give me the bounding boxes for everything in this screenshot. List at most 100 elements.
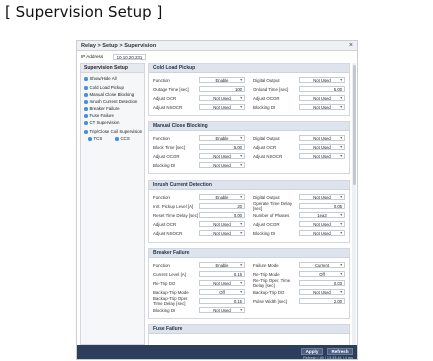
- current-level-input[interactable]: 0.15: [199, 271, 245, 277]
- function-select[interactable]: Enable ▼: [199, 77, 245, 83]
- chevron-down-icon: ▼: [339, 272, 343, 276]
- sidebar-item-label: Breaker Failure: [89, 106, 120, 111]
- field-label: Function: [153, 136, 170, 141]
- block-time-input[interactable]: 5.00: [199, 144, 245, 150]
- chevron-down-icon: ▼: [339, 222, 343, 226]
- reset-time-delay-input[interactable]: 0.00: [199, 212, 245, 218]
- field-label: Digital Output: [253, 78, 280, 83]
- re-trip-delay-input[interactable]: 0.03: [299, 280, 345, 286]
- field-label: Blocking DI: [253, 105, 276, 110]
- section-title: Fuse Failure: [149, 325, 349, 334]
- close-icon[interactable]: ×: [349, 41, 353, 51]
- re-trip-mode-select[interactable]: Off ▼: [299, 271, 345, 277]
- sidebar-item-inrush-current-detection[interactable]: Inrush Current Detection: [84, 99, 137, 105]
- sidebar-item-ccs[interactable]: CCS: [115, 136, 130, 142]
- function-select[interactable]: Enable ▼: [199, 262, 245, 268]
- field-label: Digital Output: [253, 136, 280, 141]
- backup-trip-do-select[interactable]: Not Used ▼: [299, 289, 345, 295]
- section-title: Cold Load Pickup: [149, 64, 349, 73]
- operate-time-delay-input[interactable]: 0.05: [299, 203, 345, 209]
- sidebar-item-label: Trip/Close Coil Supervision: [89, 129, 143, 134]
- scrollbar[interactable]: [352, 63, 356, 345]
- select-value: Not Used: [313, 154, 331, 159]
- blocking-di-select[interactable]: Not Used ▼: [299, 230, 345, 236]
- field-label: Backup-Trip DO: [253, 290, 285, 295]
- digital-output-select[interactable]: Not Used ▼: [299, 135, 345, 141]
- chevron-down-icon: ▼: [339, 290, 343, 294]
- adjust-ocgr-select[interactable]: Not Used ▼: [199, 153, 245, 159]
- radio-icon: [84, 77, 88, 81]
- field-label: Re-Trip DO: [153, 281, 176, 286]
- backup-trip-delay-input[interactable]: 0.15: [199, 298, 245, 304]
- function-select[interactable]: Enable ▼: [199, 135, 245, 141]
- sidebar-item-label: Cold Load Pickup: [89, 85, 124, 90]
- chevron-down-icon: ▼: [239, 308, 243, 312]
- sidebar-item-label: CCS: [120, 136, 130, 141]
- field-label: Blocking DI: [153, 163, 176, 168]
- field-label: Reset Time Delay [sec]: [153, 213, 199, 218]
- inrush-pickup-level-input[interactable]: 20: [199, 203, 245, 209]
- sidebar-item-fuse-failure[interactable]: Fuse Failure: [84, 113, 114, 119]
- adjust-nsocr-select[interactable]: Not Used ▼: [299, 153, 345, 159]
- select-value: Not Used: [213, 96, 231, 101]
- field-label: Function: [153, 78, 170, 83]
- select-value: Enable: [215, 195, 229, 200]
- ip-address-field[interactable]: 10.10.20.231: [113, 54, 146, 60]
- adjust-ocr-select[interactable]: Not Used ▼: [299, 144, 345, 150]
- field-label: Blocking DI: [253, 231, 276, 236]
- radio-icon: [84, 130, 88, 134]
- field-label: Adjust NSOCR: [253, 154, 283, 159]
- outage-time-input[interactable]: 100: [199, 86, 245, 92]
- breadcrumb: Relay > Setup > Supervision ×: [77, 41, 357, 51]
- adjust-nsocr-select[interactable]: Not Used ▼: [199, 104, 245, 110]
- sidebar-item-cold-load-pickup[interactable]: Cold Load Pickup: [84, 85, 124, 91]
- sidebar-item-trip-close-coil-supervision[interactable]: Trip/Close Coil Supervision: [84, 129, 142, 135]
- adjust-ocgr-select[interactable]: Not Used ▼: [299, 95, 345, 101]
- select-value: Not Used: [313, 105, 331, 110]
- breadcrumb-text: Relay > Setup > Supervision: [81, 43, 157, 49]
- field-label: Pulse Width [sec]: [253, 299, 287, 304]
- blocking-di-select[interactable]: Not Used ▼: [199, 162, 245, 168]
- adjust-ocgr-select[interactable]: Not Used ▼: [299, 221, 345, 227]
- sidebar: Supervision Setup Show/Hide All Cold Loa…: [80, 63, 145, 345]
- section-manual-close-blocking: Manual Close Blocking Function Enable ▼ B…: [148, 121, 350, 174]
- sidebar-item-breaker-failure[interactable]: Breaker Failure: [84, 106, 120, 112]
- field-label: Adjust OCGR: [153, 154, 180, 159]
- sidebar-item-tcs[interactable]: TCS: [88, 136, 102, 142]
- chevron-down-icon: ▼: [339, 96, 343, 100]
- blocking-di-select[interactable]: Not Used ▼: [299, 104, 345, 110]
- field-label: Function: [153, 263, 170, 268]
- refresh-button[interactable]: Refresh: [327, 348, 353, 355]
- section-title: Breaker Failure: [149, 249, 349, 258]
- field-label: Adjust NSOCR: [153, 231, 183, 236]
- field-label: Onload Time [sec]: [253, 87, 289, 92]
- select-value: Not Used: [213, 163, 231, 168]
- adjust-nsocr-select[interactable]: Not Used ▼: [199, 230, 245, 236]
- adjust-ocr-select[interactable]: Not Used ▼: [199, 95, 245, 101]
- field-label: Adjust OCGR: [253, 96, 280, 101]
- section-cold-load-pickup: Cold Load Pickup Function Enable ▼ Outage…: [148, 63, 350, 116]
- failure-mode-select[interactable]: Current ▼: [299, 262, 345, 268]
- sidebar-item-label: Manual Close Blocking: [89, 92, 135, 97]
- apply-button[interactable]: Apply: [301, 348, 323, 355]
- re-trip-do-select[interactable]: Not Used ▼: [199, 280, 245, 286]
- onload-time-input[interactable]: 5.00: [299, 86, 345, 92]
- pulse-width-input[interactable]: 2.00: [299, 298, 345, 304]
- number-of-phases-select[interactable]: 1ea3 ▼: [299, 212, 345, 218]
- chevron-down-icon: ▼: [239, 105, 243, 109]
- scrollbar-thumb[interactable]: [352, 65, 356, 185]
- sidebar-item-show-hide-all[interactable]: Show/Hide All: [84, 76, 117, 82]
- function-select[interactable]: Enable ▼: [199, 194, 245, 200]
- ip-label: IP Address: [81, 54, 104, 59]
- digital-output-select[interactable]: Not Used ▼: [299, 194, 345, 200]
- backup-trip-mode-select[interactable]: Off ▼: [199, 289, 245, 295]
- sidebar-item-ct-supervision[interactable]: CT Supervision: [84, 120, 119, 126]
- blocking-di-select[interactable]: Not Used ▼: [199, 307, 245, 313]
- sidebar-item-manual-close-blocking[interactable]: Manual Close Blocking: [84, 92, 134, 98]
- radio-icon: [84, 93, 88, 97]
- chevron-down-icon: ▼: [339, 195, 343, 199]
- field-label: Digital Output: [253, 195, 280, 200]
- radio-icon: [88, 137, 92, 141]
- digital-output-select[interactable]: Not Used ▼: [299, 77, 345, 83]
- adjust-ocr-select[interactable]: Not Used ▼: [199, 221, 245, 227]
